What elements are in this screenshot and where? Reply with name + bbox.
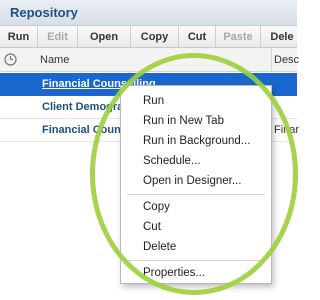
- menu-item-copy[interactable]: Copy: [121, 197, 271, 217]
- paste-button[interactable]: Paste: [216, 26, 261, 47]
- menu-item-open-in-designer[interactable]: Open in Designer...: [121, 171, 271, 191]
- menu-item-properties[interactable]: Properties...: [121, 263, 271, 283]
- clock-icon[interactable]: [4, 53, 17, 66]
- menu-item-schedule[interactable]: Schedule...: [121, 151, 271, 171]
- name-column-header[interactable]: Name: [40, 54, 69, 66]
- row-description: Finar: [274, 124, 300, 136]
- open-button[interactable]: Open: [78, 26, 131, 47]
- menu-item-delete[interactable]: Delete: [121, 237, 271, 257]
- column-divider: [271, 48, 272, 72]
- menu-item-run-in-new-tab[interactable]: Run in New Tab: [121, 111, 271, 131]
- column-header: Name Desc: [0, 48, 299, 72]
- menu-item-run-in-background[interactable]: Run in Background...: [121, 131, 271, 151]
- menu-separator: [127, 194, 265, 195]
- run-button[interactable]: Run: [0, 26, 38, 47]
- row-name-link[interactable]: Financial Coun: [42, 124, 121, 136]
- description-column-header[interactable]: Desc: [274, 54, 299, 66]
- menu-item-run[interactable]: Run: [121, 91, 271, 111]
- delete-button[interactable]: Dele: [261, 26, 297, 47]
- context-menu: Run Run in New Tab Run in Background... …: [120, 85, 272, 284]
- toolbar: Run Edit Open Copy Cut Paste Dele: [0, 26, 297, 48]
- repository-titlebar: Repository: [0, 0, 297, 26]
- row-name-link[interactable]: Client Demogra: [42, 101, 123, 113]
- menu-separator: [127, 260, 265, 261]
- menu-item-cut[interactable]: Cut: [121, 217, 271, 237]
- copy-button[interactable]: Copy: [131, 26, 179, 47]
- window-title: Repository: [10, 5, 78, 20]
- cut-button[interactable]: Cut: [179, 26, 216, 47]
- edit-button[interactable]: Edit: [38, 26, 78, 47]
